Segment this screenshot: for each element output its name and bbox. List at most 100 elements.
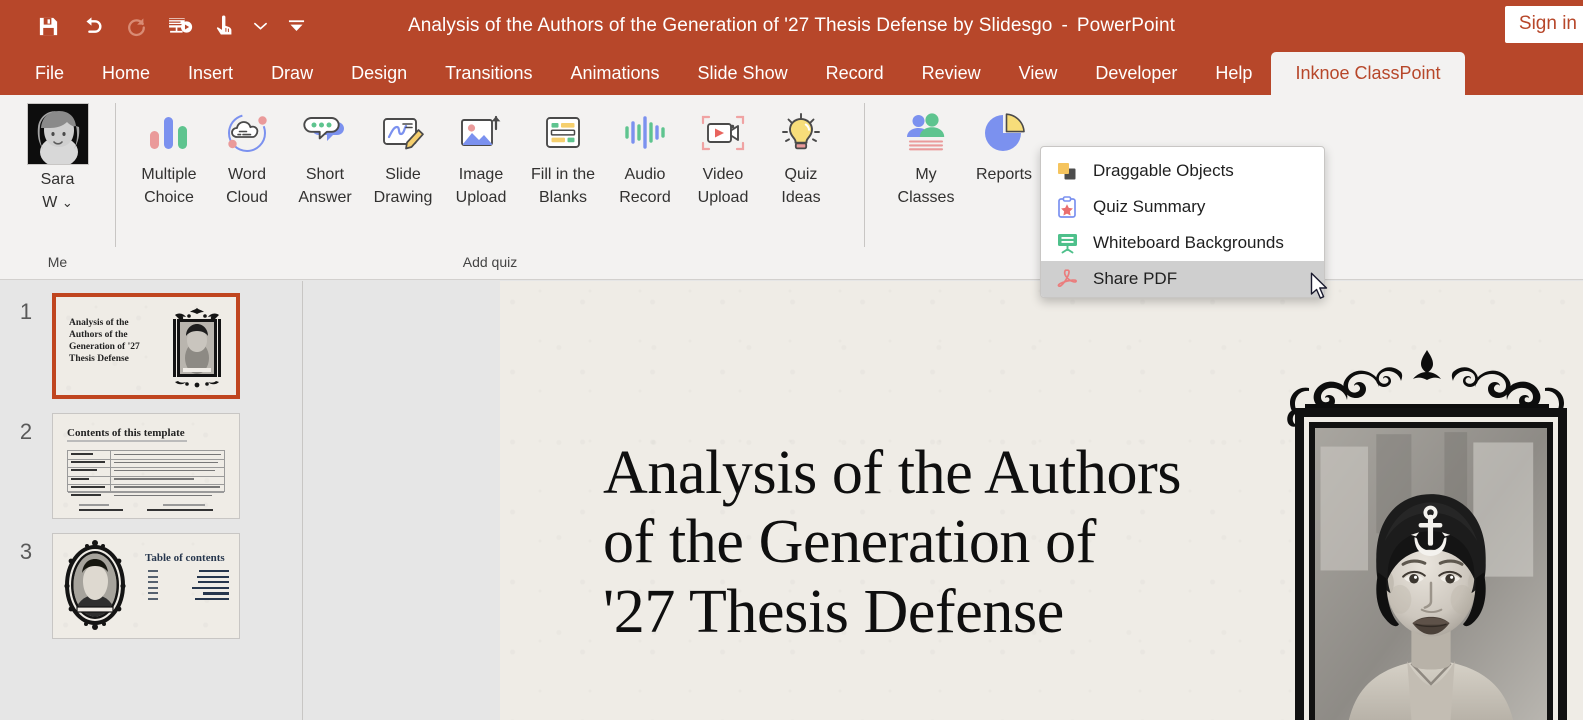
- slide-thumbnail-2[interactable]: Contents of this template: [52, 413, 240, 519]
- slide-thumbnail-pane[interactable]: 1 Analysis of the Authors of the Generat…: [0, 281, 303, 720]
- touch-mode-icon[interactable]: [202, 7, 246, 45]
- image-upload-button[interactable]: Image Upload: [442, 103, 520, 211]
- tab-view[interactable]: View: [1000, 52, 1077, 95]
- audio-record-button[interactable]: Audio Record: [606, 103, 684, 211]
- thumbnail-2-table: [67, 450, 225, 497]
- tab-inknoe-classpoint[interactable]: Inknoe ClassPoint: [1271, 52, 1465, 95]
- slide-portrait-image[interactable]: [1265, 346, 1567, 720]
- quiz-ideas-label: Quiz Ideas: [781, 166, 821, 206]
- reports-button[interactable]: Reports: [965, 103, 1043, 211]
- slide-number: 2: [19, 419, 33, 444]
- slide-thumbnail-3[interactable]: Table of contents: [52, 533, 240, 639]
- reports-icon: [980, 105, 1028, 161]
- slide-drawing-label: Slide Drawing: [373, 166, 433, 206]
- quiz-summary-icon: [1055, 195, 1079, 219]
- video-upload-button[interactable]: Video Upload: [684, 103, 762, 211]
- start-from-beginning-icon[interactable]: [158, 7, 202, 45]
- tab-record[interactable]: Record: [807, 52, 903, 95]
- canvas-gutter: [304, 281, 500, 720]
- me-chevron-down-icon[interactable]: ⌄: [62, 195, 73, 210]
- me-user-lastname: W: [42, 193, 58, 211]
- tab-design[interactable]: Design: [332, 52, 426, 95]
- my-classes-button[interactable]: My Classes: [887, 103, 965, 211]
- draggable-objects-icon: [1055, 159, 1079, 183]
- image-upload-label: Image Upload: [455, 166, 507, 206]
- my-classes-icon: [901, 105, 951, 161]
- menu-item-whiteboard-backgrounds[interactable]: Whiteboard Backgrounds: [1041, 225, 1324, 261]
- workspace: 1 Analysis of the Authors of the Generat…: [0, 281, 1583, 720]
- thumbnail-3-toc-list: [148, 570, 229, 601]
- multiple-choice-label: Multiple Choice: [141, 166, 197, 206]
- fill-in-the-blanks-label: Fill in the Blanks: [530, 166, 596, 206]
- title-bar: Analysis of the Authors of the Generatio…: [0, 0, 1583, 52]
- tab-help[interactable]: Help: [1196, 52, 1271, 95]
- slide-number: 3: [19, 539, 33, 564]
- avatar[interactable]: [26, 103, 89, 165]
- me-profile-tile[interactable]: Sara W ⌄: [0, 103, 115, 214]
- audio-record-icon: [622, 105, 668, 161]
- word-cloud-button[interactable]: Word Cloud: [208, 103, 286, 211]
- short-answer-label: Short Answer: [298, 166, 352, 206]
- ribbon-group-label-add-quiz: Add quiz: [462, 254, 518, 270]
- tab-home[interactable]: Home: [83, 52, 169, 95]
- ribbon-group-add-quiz: Multiple Choice Word Cloud Short Answer …: [116, 95, 864, 279]
- tab-developer[interactable]: Developer: [1076, 52, 1196, 95]
- reports-label: Reports: [975, 166, 1033, 183]
- tab-review[interactable]: Review: [903, 52, 1000, 95]
- video-upload-label: Video Upload: [697, 166, 749, 206]
- menu-item-label: Quiz Summary: [1093, 197, 1206, 216]
- document-title: Analysis of the Authors of the Generatio…: [407, 15, 1053, 36]
- customize-quick-access-toolbar-icon[interactable]: [274, 7, 318, 45]
- ribbon-group-label-me: Me: [47, 254, 68, 270]
- thumbnail-1-title: Analysis of the Authors of the Generatio…: [69, 318, 140, 365]
- multiple-choice-button[interactable]: Multiple Choice: [130, 103, 208, 211]
- slide-title-placeholder[interactable]: Analysis of the Authors of the Generatio…: [603, 439, 1183, 647]
- quick-access-toolbar: [0, 7, 318, 45]
- tab-insert[interactable]: Insert: [169, 52, 252, 95]
- me-user-firstname: Sara: [40, 171, 75, 188]
- word-cloud-icon: [223, 105, 271, 161]
- whiteboard-backgrounds-icon: [1055, 231, 1079, 255]
- thumbnail-2-title: Contents of this template: [67, 427, 185, 439]
- menu-item-quiz-summary[interactable]: Quiz Summary: [1041, 189, 1324, 225]
- save-icon[interactable]: [26, 7, 70, 45]
- menu-item-draggable-objects[interactable]: Draggable Objects: [1041, 153, 1324, 189]
- tab-draw[interactable]: Draw: [252, 52, 332, 95]
- my-classes-label: My Classes: [897, 166, 955, 206]
- title-separator: -: [1061, 15, 1068, 36]
- slide-drawing-button[interactable]: Slide Drawing: [364, 103, 442, 211]
- menu-item-label: Draggable Objects: [1093, 161, 1234, 180]
- tab-transitions[interactable]: Transitions: [426, 52, 551, 95]
- sign-in-button[interactable]: Sign in: [1504, 6, 1583, 43]
- thumbnail-3-oval-portrait-icon: [64, 540, 126, 630]
- tab-slide-show[interactable]: Slide Show: [679, 52, 807, 95]
- redo-icon[interactable]: [114, 7, 158, 45]
- slide-drawing-icon: [380, 105, 426, 161]
- ribbon-group-me: Sara W ⌄ Me: [0, 95, 115, 279]
- short-answer-icon: [301, 105, 349, 161]
- slide-canvas[interactable]: Analysis of the Authors of the Generatio…: [500, 281, 1583, 720]
- tab-file[interactable]: File: [16, 52, 83, 95]
- audio-record-label: Audio Record: [619, 166, 671, 206]
- portrait-photo: [1312, 428, 1550, 720]
- slide-thumbnail-1[interactable]: Analysis of the Authors of the Generatio…: [52, 293, 240, 399]
- app-name: PowerPoint: [1076, 15, 1176, 36]
- portrait-frame-mat: [1304, 417, 1558, 720]
- touch-mode-chevron-down-icon[interactable]: [246, 7, 274, 45]
- fill-in-the-blanks-button[interactable]: Fill in the Blanks: [520, 103, 606, 211]
- thumbnail-2-footer-link: [79, 509, 123, 511]
- multiple-choice-icon: [146, 105, 192, 161]
- thumbnail-3-title: Table of contents: [145, 552, 225, 564]
- image-upload-icon: [458, 105, 504, 161]
- thumbnail-2-subtitle-line: [67, 440, 187, 442]
- tab-animations[interactable]: Animations: [551, 52, 678, 95]
- thumbnail-row: 3 Table of contents: [0, 533, 302, 639]
- word-cloud-label: Word Cloud: [226, 166, 268, 206]
- short-answer-button[interactable]: Short Answer: [286, 103, 364, 211]
- thumbnail-1-portrait-frame-icon: [173, 308, 221, 388]
- menu-item-share-pdf[interactable]: Share PDF: [1041, 261, 1324, 297]
- undo-icon[interactable]: [70, 7, 114, 45]
- quiz-ideas-button[interactable]: Quiz Ideas: [762, 103, 840, 211]
- video-upload-icon: [699, 105, 747, 161]
- pdf-icon: [1055, 267, 1079, 291]
